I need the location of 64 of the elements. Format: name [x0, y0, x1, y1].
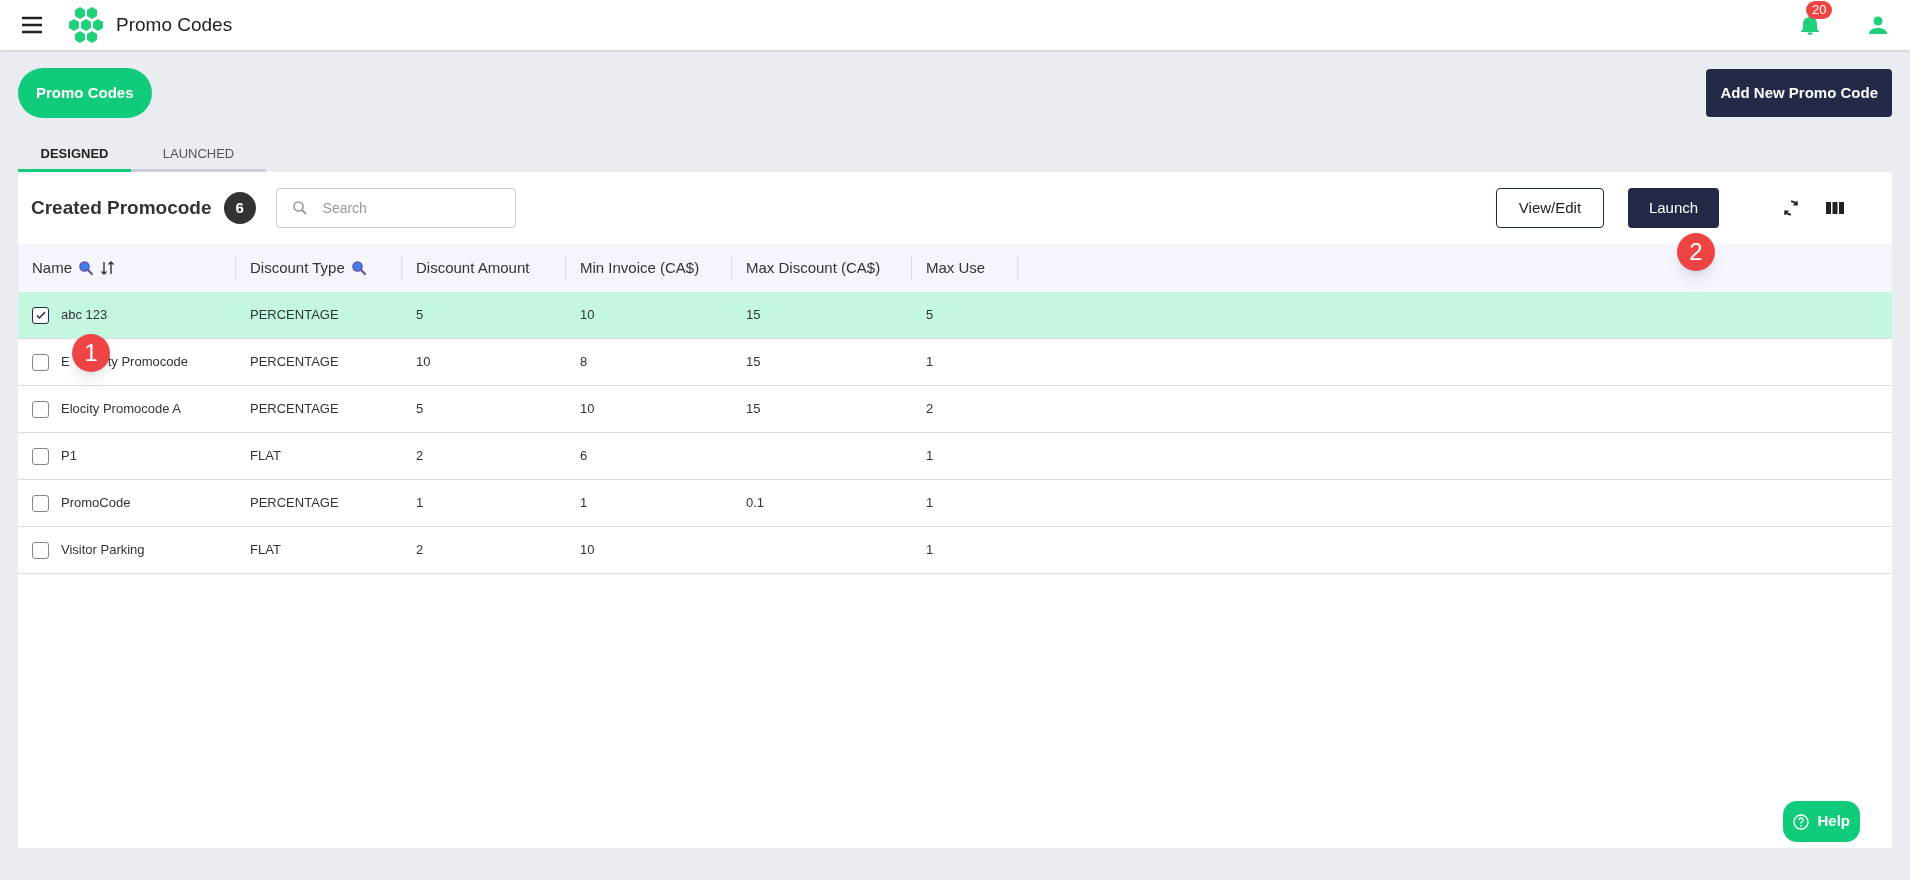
table-cell-text: 8	[580, 353, 588, 372]
table-cell-text: FLAT	[250, 541, 281, 560]
table-cell-text: P1	[61, 447, 77, 466]
table-cell-text: ty Promocode	[107, 353, 188, 372]
notification-badge: 20	[1806, 1, 1833, 19]
table-cell-text: 2	[926, 400, 934, 419]
table-cell-text: 1	[580, 494, 588, 513]
column-header: Max Use	[926, 257, 986, 278]
table-cell-text: 2	[416, 541, 424, 560]
table-cell-text: 10	[580, 400, 595, 419]
view-edit-button[interactable]: View/Edit	[1496, 188, 1604, 228]
table-cell-text: PERCENTAGE	[250, 306, 339, 325]
table-cell-text: 2	[416, 447, 424, 466]
column-header: Discount Type	[250, 257, 345, 278]
checkbox[interactable]	[32, 306, 49, 324]
table-cell-text: 1	[416, 494, 424, 513]
table-cell-text: abc 123	[61, 306, 108, 325]
table-cell-text: 1	[926, 541, 934, 560]
table-cell-text: 5	[416, 306, 424, 325]
table-cell-text: PERCENTAGE	[250, 494, 339, 513]
table-cell-text: 10	[416, 353, 431, 372]
checkbox[interactable]	[32, 447, 49, 465]
question-icon	[1793, 813, 1810, 830]
search-icon	[291, 200, 308, 216]
table-cell-text: PromoCode	[61, 494, 131, 513]
table-cell-text: Elocity Promocode A	[61, 400, 181, 419]
checkbox[interactable]	[32, 400, 49, 418]
table-cell-text: 15	[746, 306, 761, 325]
table-cell-text: 0.1	[746, 494, 765, 513]
table-cell-text: PERCENTAGE	[250, 400, 339, 419]
checkbox[interactable]	[32, 494, 49, 512]
table-cell-text: E	[61, 353, 70, 372]
search-icon	[350, 260, 367, 276]
page-title: Promo Codes	[116, 12, 233, 37]
table-cell-text: FLAT	[250, 447, 281, 466]
table-cell-text: 15	[746, 400, 761, 419]
table-cell-text: 15	[746, 353, 761, 372]
check-icon	[34, 309, 47, 321]
table-cell-text: 5	[926, 306, 934, 325]
column-header: Discount Amount	[416, 257, 530, 278]
table-cell-text: 1	[926, 447, 934, 466]
search-field[interactable]: Search	[275, 188, 516, 228]
launch-button[interactable]: Launch	[1628, 188, 1719, 228]
table-cell-text: 1	[926, 353, 934, 372]
search-icon	[78, 260, 94, 276]
table-cell-text: 1	[926, 494, 934, 513]
checkbox[interactable]	[32, 541, 49, 559]
column-header: Max Discount (CA$)	[746, 257, 881, 278]
count-badge: 6	[223, 192, 256, 224]
table-cell-text: 5	[416, 400, 424, 419]
add-promo-code-button[interactable]: Add New Promo Code	[1706, 69, 1892, 117]
table-cell-text: 6	[580, 447, 588, 466]
column-header: Min Invoice (CA$)	[580, 257, 700, 278]
menu-icon[interactable]	[20, 15, 44, 35]
table-cell-text: 10	[580, 306, 595, 325]
table-row[interactable]: abc 123 PERCENTAGE 5 10 15 5	[18, 292, 1892, 339]
card-title: Created Promocode	[31, 195, 212, 220]
hexagon-logo-icon	[68, 7, 104, 43]
table-cell-text: PERCENTAGE	[250, 353, 339, 372]
table-cell-text: Visitor Parking	[61, 541, 145, 560]
checkbox[interactable]	[32, 353, 49, 371]
sort-icon[interactable]	[100, 260, 116, 276]
table-cell-text: 10	[580, 541, 595, 560]
column-header: Name	[32, 257, 72, 278]
